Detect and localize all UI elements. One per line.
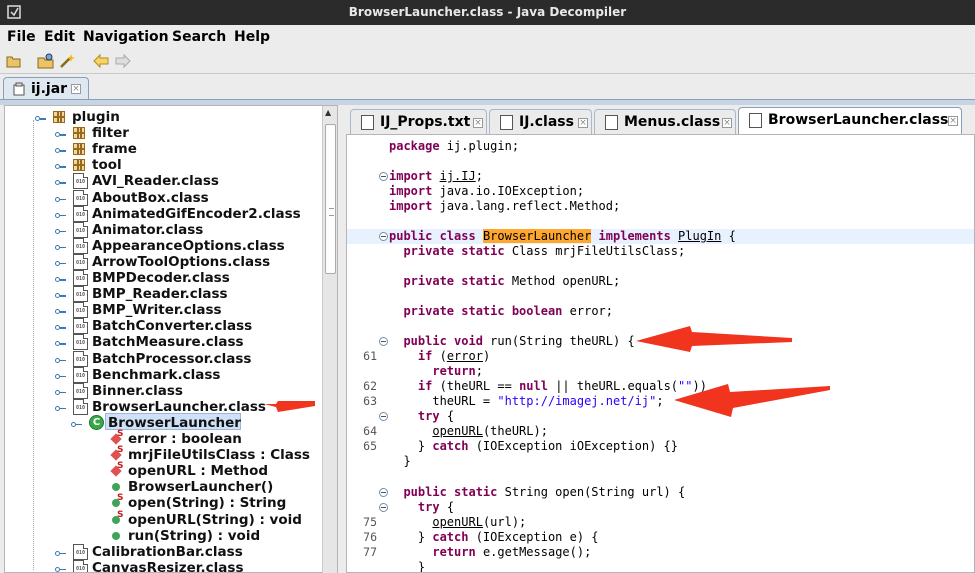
annotation-arrow (636, 326, 792, 352)
annotation-arrows (264, 326, 830, 417)
annotation-arrow (264, 401, 315, 412)
annotation-arrow (674, 384, 830, 417)
